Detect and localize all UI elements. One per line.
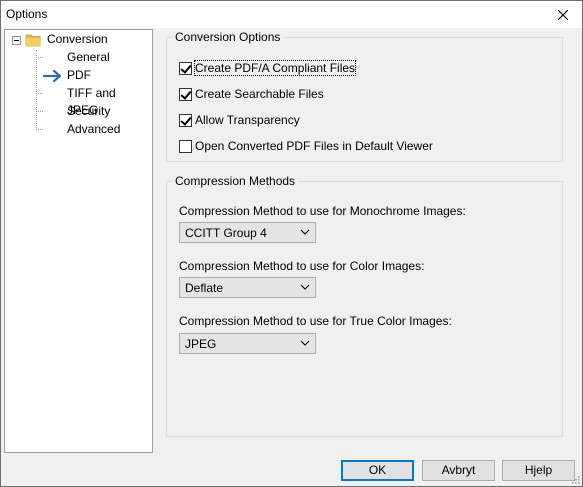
- checkbox-label: Allow Transparency: [195, 113, 300, 127]
- tree-item-label: Advanced: [67, 122, 121, 136]
- mono-compression-label: Compression Method to use for Monochrome…: [179, 204, 466, 218]
- open-viewer-checkbox[interactable]: [179, 139, 192, 153]
- settings-tree[interactable]: Conversion General PDF TIFF and JPEG Sec…: [4, 29, 153, 453]
- chevron-down-icon: [300, 229, 310, 235]
- tree-item-conversion[interactable]: Conversion: [5, 31, 150, 48]
- title-bar[interactable]: Options: [1, 1, 582, 28]
- tree-item-label: General: [67, 50, 110, 64]
- resize-grip-icon[interactable]: [570, 474, 580, 484]
- group-title: Conversion Options: [172, 30, 284, 45]
- transparency-checkbox[interactable]: [179, 113, 192, 127]
- checkbox-label: Open Converted PDF Files in Default View…: [195, 139, 433, 153]
- pdfa-checkbox[interactable]: [179, 61, 192, 75]
- searchable-checkbox[interactable]: [179, 87, 192, 101]
- arrow-right-icon: [43, 70, 62, 82]
- select-value: Deflate: [185, 281, 224, 295]
- select-value: JPEG: [185, 337, 217, 351]
- tree-item-tiff-jpeg[interactable]: TIFF and JPEG: [5, 85, 150, 117]
- tree-item-pdf[interactable]: PDF: [5, 67, 150, 84]
- options-dialog: Options Conversion General PDF TIFF and …: [0, 0, 583, 487]
- open-viewer-checkbox-row[interactable]: Open Converted PDF Files in Default View…: [179, 138, 433, 154]
- color-compression-label: Compression Method to use for Color Imag…: [179, 259, 425, 273]
- close-button[interactable]: [544, 1, 582, 28]
- tree-item-label: Security: [67, 104, 111, 118]
- tree-item-label: Conversion: [47, 32, 108, 46]
- tree-item-general[interactable]: General: [5, 49, 150, 66]
- truecolor-compression-select[interactable]: JPEG: [179, 333, 316, 354]
- pdfa-checkbox-row[interactable]: Create PDF/A Compliant Files: [179, 60, 357, 76]
- close-icon: [558, 9, 568, 20]
- conversion-options-group: Conversion Options Create PDF/A Complian…: [166, 30, 563, 162]
- group-title: Compression Methods: [172, 174, 299, 189]
- ok-button[interactable]: OK: [341, 460, 414, 481]
- folder-icon: [25, 34, 41, 47]
- checkbox-label: Create PDF/A Compliant Files: [193, 60, 357, 76]
- mono-compression-select[interactable]: CCITT Group 4: [179, 222, 316, 243]
- select-value: CCITT Group 4: [185, 226, 267, 240]
- transparency-checkbox-row[interactable]: Allow Transparency: [179, 112, 300, 128]
- chevron-down-icon: [300, 340, 310, 346]
- color-compression-select[interactable]: Deflate: [179, 277, 316, 298]
- tree-item-advanced[interactable]: Advanced: [5, 121, 150, 138]
- window-title: Options: [6, 7, 48, 21]
- chevron-down-icon: [300, 284, 310, 290]
- truecolor-compression-label: Compression Method to use for True Color…: [179, 314, 452, 328]
- checkbox-label: Create Searchable Files: [195, 87, 324, 101]
- tree-item-label: PDF: [67, 68, 91, 82]
- tree-item-security[interactable]: Security: [5, 103, 150, 120]
- compression-methods-group: Compression Methods Compression Method t…: [166, 174, 563, 437]
- help-button[interactable]: Hjelp: [502, 460, 575, 481]
- searchable-checkbox-row[interactable]: Create Searchable Files: [179, 86, 324, 102]
- cancel-button[interactable]: Avbryt: [422, 460, 495, 481]
- collapse-toggle[interactable]: [12, 36, 21, 45]
